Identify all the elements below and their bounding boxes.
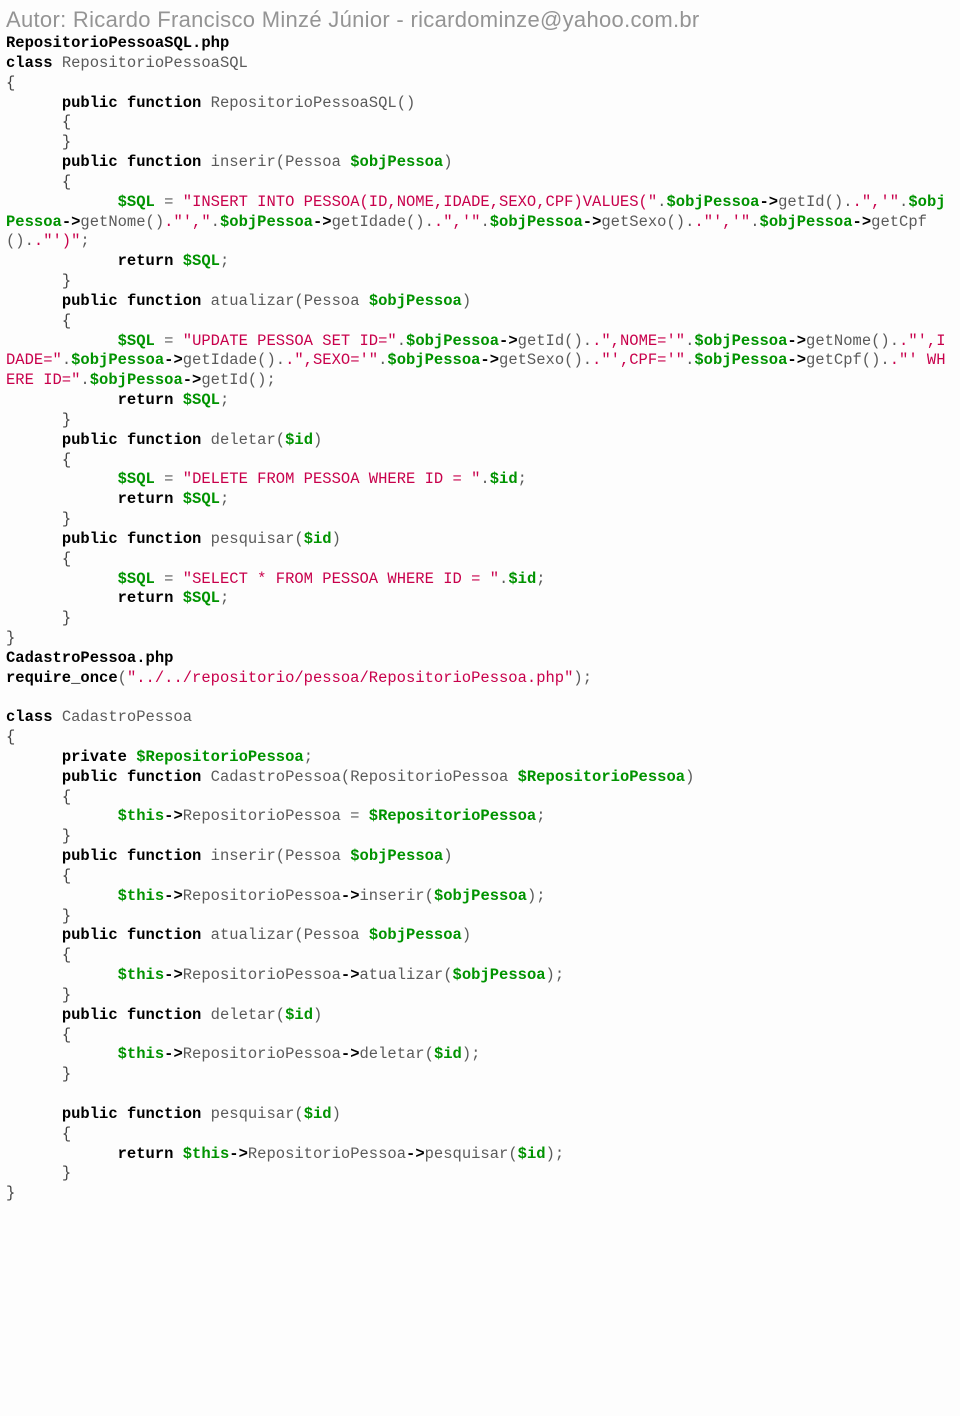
filename-1: RepositorioPessoaSQL.php bbox=[6, 34, 229, 52]
filename-2: CadastroPessoa.php bbox=[6, 649, 173, 667]
code-block-1: RepositorioPessoaSQL.php class Repositor… bbox=[6, 34, 954, 1204]
author-line: Autor: Ricardo Francisco Minzé Júnior - … bbox=[6, 6, 954, 34]
